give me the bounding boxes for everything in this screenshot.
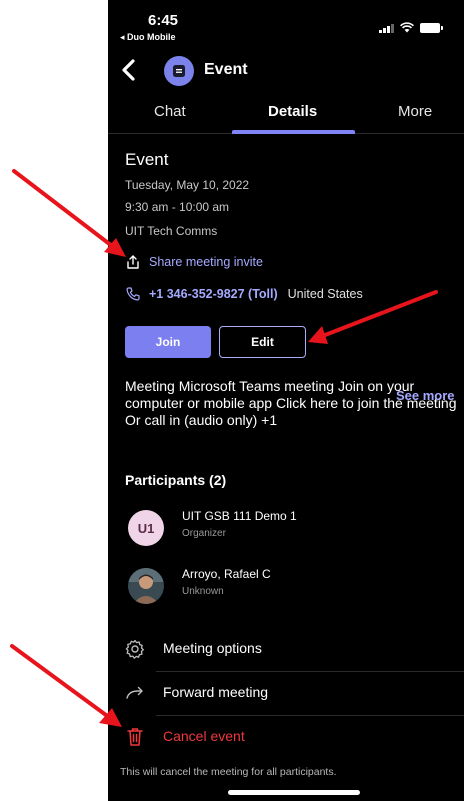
participant-role: Unknown	[182, 586, 224, 597]
tab-more[interactable]: More	[398, 103, 432, 120]
tab-bar: Chat Details More	[108, 96, 464, 134]
back-button[interactable]	[118, 56, 140, 84]
person-photo-icon	[128, 568, 164, 604]
cancel-note: This will cancel the meeting for all par…	[120, 766, 337, 778]
event-avatar	[164, 56, 194, 86]
status-icons	[379, 22, 443, 33]
home-indicator[interactable]	[228, 790, 360, 795]
participant-role: Organizer	[182, 528, 226, 539]
share-invite-link[interactable]: Share meeting invite	[149, 255, 263, 269]
forward-meeting-item[interactable]: Forward meeting	[108, 672, 464, 714]
event-title: Event	[125, 150, 169, 169]
tab-chat[interactable]: Chat	[154, 103, 186, 120]
share-invite-row[interactable]: Share meeting invite	[125, 254, 263, 270]
avatar: U1	[128, 510, 164, 546]
header-title: Event	[204, 61, 248, 78]
phone-icon	[126, 287, 140, 301]
see-more-link[interactable]: See more	[396, 388, 455, 403]
event-group: UIT Tech Comms	[125, 224, 218, 238]
tab-details[interactable]: Details	[268, 103, 317, 120]
status-time: 6:45	[148, 12, 179, 29]
join-button[interactable]: Join	[125, 326, 211, 358]
wifi-icon	[400, 22, 414, 33]
forward-meeting-label: Forward meeting	[163, 684, 269, 700]
edit-button[interactable]: Edit	[219, 326, 306, 358]
signal-icon	[379, 23, 394, 33]
trash-icon	[127, 728, 143, 746]
cancel-event-label: Cancel event	[163, 728, 245, 744]
participant-name: UIT GSB 111 Demo 1	[182, 509, 297, 523]
event-date: Tuesday, May 10, 2022	[125, 178, 250, 192]
battery-icon	[420, 22, 443, 33]
meeting-options-label: Meeting options	[163, 640, 262, 656]
meeting-options-item[interactable]: Meeting options	[108, 628, 464, 670]
cancel-event-item[interactable]: Cancel event	[108, 716, 464, 758]
status-bar: 6:45 ◂ Duo Mobile	[108, 0, 464, 48]
calendar-event-icon	[173, 65, 185, 77]
top-header: Event	[108, 52, 464, 90]
chevron-left-icon	[122, 59, 135, 81]
share-icon	[127, 255, 139, 269]
participant-item[interactable]: Arroyo, Rafael C Unknown	[108, 562, 464, 612]
back-to-app-link[interactable]: ◂ Duo Mobile	[120, 32, 176, 43]
event-time: 9:30 am - 10:00 am	[125, 200, 230, 214]
forward-arrow-icon	[126, 686, 143, 699]
dial-in-number[interactable]: +1 346-352-9827 (Toll)	[149, 287, 278, 301]
meeting-description: Meeting Microsoft Teams meeting Join on …	[125, 378, 457, 428]
dial-in-row[interactable]: +1 346-352-9827 (Toll) United States	[125, 286, 363, 302]
active-tab-indicator	[232, 130, 355, 134]
participant-name: Arroyo, Rafael C	[182, 567, 271, 581]
annotation-arrow-cancel	[10, 644, 122, 727]
participant-item[interactable]: U1 UIT GSB 111 Demo 1 Organizer	[108, 504, 464, 554]
dial-in-country: United States	[287, 287, 363, 301]
phone-screen: 6:45 ◂ Duo Mobile Event Chat Details Mor…	[108, 0, 464, 801]
avatar	[128, 568, 164, 604]
participants-heading: Participants (2)	[125, 472, 227, 488]
gear-icon	[125, 639, 144, 659]
